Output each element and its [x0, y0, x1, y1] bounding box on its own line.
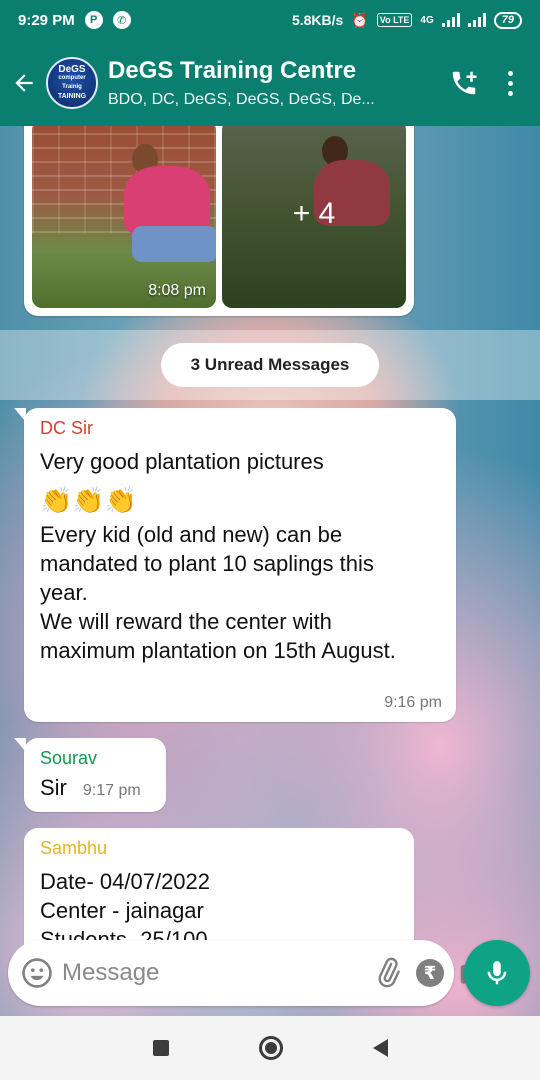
pinterest-icon: P: [84, 11, 103, 29]
system-back-button[interactable]: [372, 1039, 388, 1057]
clapping-emoji: 👏👏👏: [40, 485, 138, 515]
chat-title: DeGS Training Centre: [108, 57, 357, 84]
volte-icon: Vo LTE: [376, 13, 413, 27]
message-text-continued: Every kid (old and new) can be mandated …: [40, 522, 396, 663]
emoji-button[interactable]: [20, 953, 54, 993]
message-text: Date- 04/07/2022 Center - jainagar Stude…: [40, 869, 211, 948]
phone-plus-icon: [452, 71, 477, 95]
message-sender: Sambhu: [40, 838, 108, 858]
message-text: Sir: [40, 775, 67, 800]
emoji-icon: [22, 958, 52, 988]
group-avatar[interactable]: DeGS computer Trainig TAINING: [46, 57, 98, 109]
home-button[interactable]: [258, 1036, 283, 1060]
avatar-line-1: DeGS: [58, 64, 86, 75]
home-icon: [264, 1042, 277, 1054]
more-options-button[interactable]: [488, 53, 532, 113]
photo-thumbnail-2[interactable]: + 4: [222, 126, 406, 308]
unread-banner: 3 Unread Messages: [0, 330, 540, 400]
avatar-line-3: Trainig: [62, 84, 82, 90]
unread-count-label: 3 Unread Messages: [160, 343, 380, 387]
photo-thumbnail-1[interactable]: 8:08 pm: [32, 126, 216, 308]
message-sender: DC Sir: [40, 418, 93, 438]
network-speed: 5.8KB/s: [291, 12, 344, 28]
more-photos-count: + 4: [292, 197, 336, 230]
recent-apps-button[interactable]: [152, 1040, 169, 1056]
message-composer: ₹: [8, 940, 488, 1006]
photo-album-message[interactable]: 8:08 pm + 4: [24, 126, 414, 316]
avatar-line-4: TAINING: [57, 93, 87, 100]
message-time: 9:16 pm: [384, 694, 442, 711]
message-bubble-sambhu[interactable]: Sambhu Date- 04/07/2022 Center - jainaga…: [24, 828, 414, 948]
rupee-icon: ₹: [416, 959, 444, 987]
add-call-button[interactable]: [440, 53, 488, 113]
battery-icon: 79: [493, 11, 522, 29]
photo-timestamp: 8:08 pm: [148, 282, 206, 299]
back-button[interactable]: [2, 40, 46, 126]
microphone-icon: [487, 961, 507, 985]
status-time: 9:29 PM: [18, 11, 75, 29]
whatsapp-icon: ✆: [112, 11, 131, 29]
chat-title-block[interactable]: DeGS Training Centre BDO, DC, DeGS, DeGS…: [108, 57, 440, 109]
attach-button[interactable]: [372, 953, 404, 993]
message-time: 9:17 pm: [82, 782, 141, 799]
voice-message-button[interactable]: [464, 940, 530, 1006]
avatar-line-2: computer: [58, 75, 86, 81]
alarm-icon: ⏰: [351, 11, 369, 28]
kebab-icon: [507, 70, 513, 96]
message-bubble-dc-sir[interactable]: DC Sir Very good plantation pictures 👏👏👏…: [14, 408, 456, 722]
message-bubble-sourav[interactable]: Sourav Sir 9:17 pm: [14, 738, 166, 812]
signal-icon-1: [441, 13, 460, 27]
chat-area[interactable]: 8:08 pm + 4 3 Unread Messages DC Sir Ver…: [0, 126, 540, 1016]
status-bar: 9:29 PM P ✆ 5.8KB/s ⏰ Vo LTE 4G 79: [0, 0, 540, 40]
chat-header: DeGS computer Trainig TAINING DeGS Train…: [0, 40, 540, 126]
signal-icon-2: [467, 13, 486, 27]
payment-button[interactable]: ₹: [416, 953, 444, 993]
message-sender: Sourav: [40, 748, 98, 768]
message-text: Very good plantation pictures: [40, 449, 324, 474]
chat-participants: BDO, DC, DeGS, DeGS, DeGS, De...: [108, 91, 375, 108]
system-navigation-bar: [0, 1016, 540, 1080]
network-type: 4G: [420, 14, 434, 26]
back-arrow-icon: [15, 74, 33, 92]
message-input[interactable]: [62, 959, 372, 987]
paperclip-icon: [378, 957, 400, 988]
